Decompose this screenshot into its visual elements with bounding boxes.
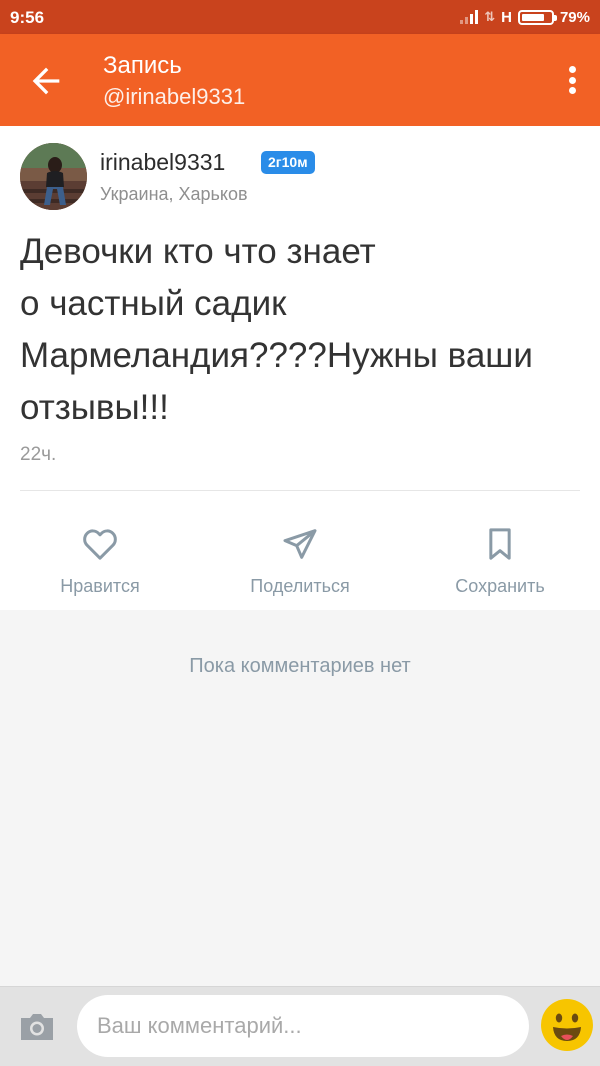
page-title: Запись (103, 52, 182, 79)
more-menu-button[interactable] (564, 62, 580, 98)
save-button[interactable]: Сохранить (420, 524, 580, 604)
camera-button[interactable] (18, 1011, 56, 1043)
post-timestamp: 22ч. (20, 444, 57, 465)
post-text-line: Мармеландия????Нужны ваши (20, 336, 533, 375)
battery-fill (521, 13, 545, 21)
post-card: irinabel9331 2г10м Украина, Харьков Дево… (0, 126, 600, 610)
post-text-line: о частный садик (20, 284, 287, 323)
divider (20, 490, 580, 491)
app-bar: Запись @irinabel9331 (0, 34, 600, 126)
signal-icon (460, 10, 479, 24)
post-text: Девочки кто что знает о частный садик Ма… (20, 226, 580, 434)
avatar[interactable] (20, 143, 87, 210)
no-comments-text: Пока комментариев нет (189, 655, 411, 677)
battery-icon (517, 9, 557, 25)
battery-percent: 79% (559, 8, 590, 26)
bookmark-icon (489, 528, 511, 560)
account-age-badge: 2г10м (261, 151, 315, 174)
status-bar: 9:56 ⇅ H 79% (0, 0, 600, 34)
arrow-left-icon (32, 67, 60, 95)
page-subtitle: @irinabel9331 (103, 84, 246, 109)
like-button[interactable]: Нравится (20, 524, 180, 604)
camera-icon (21, 1014, 53, 1040)
emoji-icon (541, 999, 593, 1051)
share-label: Поделиться (250, 576, 350, 596)
like-label: Нравится (60, 576, 140, 596)
post-location: Украина, Харьков (100, 184, 248, 204)
comment-bar (0, 986, 600, 1066)
post-username[interactable]: irinabel9331 (100, 149, 225, 176)
comment-input[interactable] (77, 995, 529, 1057)
status-indicators: ⇅ H 79% (460, 7, 590, 27)
send-icon (283, 529, 317, 559)
network-type: H (501, 8, 512, 26)
data-arrows-icon: ⇅ (484, 9, 496, 24)
save-label: Сохранить (455, 576, 545, 596)
back-button[interactable] (26, 61, 66, 101)
post-text-line: отзывы!!! (20, 388, 169, 427)
emoji-button[interactable] (540, 998, 594, 1052)
post-text-line: Девочки кто что знает (20, 232, 376, 271)
share-button[interactable]: Поделиться (220, 524, 380, 604)
avatar-image (20, 143, 87, 210)
status-time: 9:56 (10, 8, 45, 27)
more-vert-icon (568, 66, 576, 73)
heart-icon (83, 529, 117, 560)
